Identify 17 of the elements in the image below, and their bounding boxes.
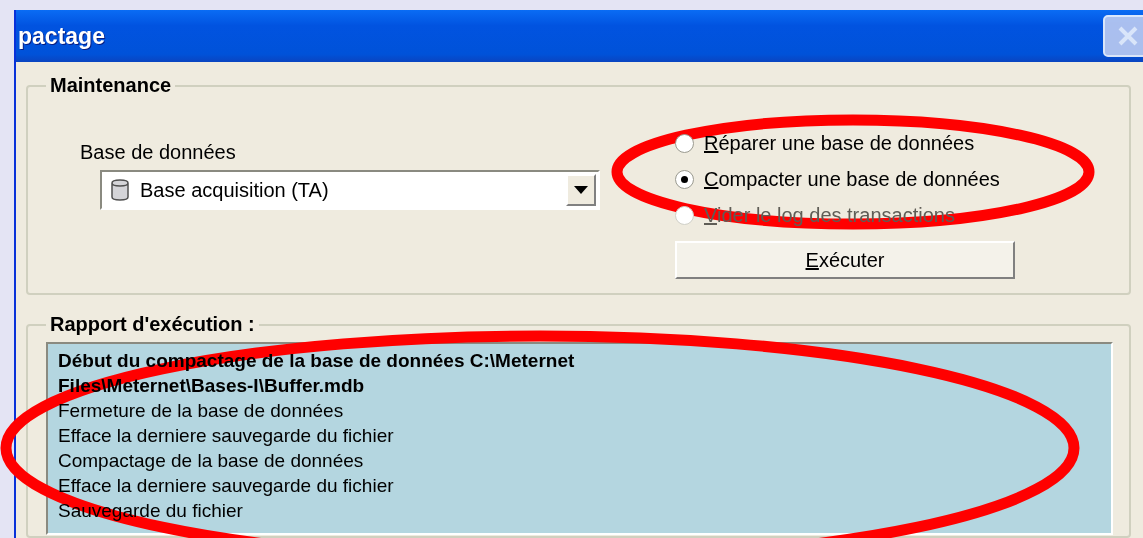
caret-icon	[574, 186, 588, 194]
radio-option[interactable]: Réparer une base de données	[675, 125, 1015, 161]
log-line: Efface la derniere sauvegarde du fichier	[58, 474, 395, 498]
log-line: Fermeture de la base de données	[58, 399, 345, 423]
database-dropdown[interactable]: Base acquisition (TA)	[100, 170, 600, 210]
execute-button[interactable]: Exécuter	[675, 241, 1015, 279]
group-title: Rapport d'exécution :	[49, 313, 256, 336]
close-icon	[1117, 25, 1139, 47]
window-title: pactage	[18, 22, 105, 50]
database-icon	[110, 178, 130, 202]
radio-option[interactable]: Compacter une base de données	[675, 161, 1015, 197]
dropdown-arrow-button[interactable]	[566, 174, 596, 206]
log-line: Efface la derniere sauvegarde du fichier	[58, 424, 395, 448]
field-label: Base de données	[80, 141, 237, 164]
group-title: Maintenance	[49, 74, 173, 97]
radio-circle	[675, 169, 694, 189]
log-line: Compactage de la base de données	[58, 449, 365, 473]
